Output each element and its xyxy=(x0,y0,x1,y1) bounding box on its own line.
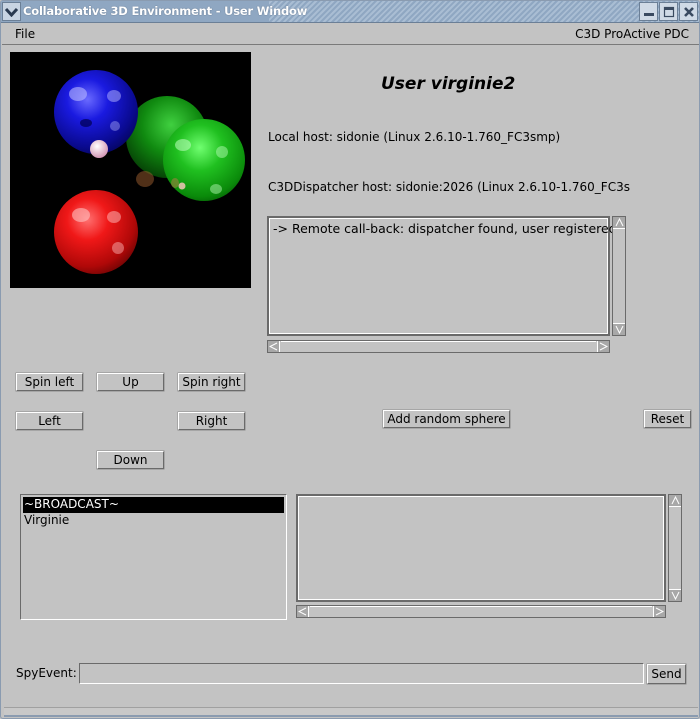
menu-file[interactable]: File xyxy=(15,27,35,41)
arrow-down-icon xyxy=(615,325,623,334)
log-vertical-scrollbar[interactable] xyxy=(612,216,626,336)
sphere-reflection xyxy=(136,171,154,187)
arrow-left-icon xyxy=(269,342,278,351)
arrow-right-icon xyxy=(599,342,608,351)
minimize-icon xyxy=(643,12,654,16)
scroll-left-button[interactable] xyxy=(297,606,309,617)
down-button[interactable]: Down xyxy=(97,451,164,469)
left-button[interactable]: Left xyxy=(16,412,83,430)
scroll-right-button[interactable] xyxy=(653,606,665,617)
spin-left-button[interactable]: Spin left xyxy=(16,373,83,391)
maximize-button[interactable] xyxy=(659,2,678,21)
close-button[interactable] xyxy=(679,2,698,21)
app-window: Collaborative 3D Environment - User Wind… xyxy=(0,0,700,719)
arrow-up-icon xyxy=(615,218,623,227)
scroll-thumb[interactable] xyxy=(281,341,596,352)
spy-event-label: SpyEvent: xyxy=(16,666,77,680)
user-list-item[interactable]: ~BROADCAST~ xyxy=(23,497,284,513)
scroll-down-button[interactable] xyxy=(613,323,625,335)
scroll-left-button[interactable] xyxy=(268,341,280,352)
spy-event-input[interactable] xyxy=(79,663,644,684)
title-bar[interactable]: Collaborative 3D Environment - User Wind… xyxy=(1,1,699,23)
right-button[interactable]: Right xyxy=(178,412,245,430)
log-horizontal-scrollbar[interactable] xyxy=(267,340,610,353)
arrow-up-icon xyxy=(671,496,679,505)
window-menu-button[interactable] xyxy=(2,2,21,21)
menu-bar: File C3D ProActive PDC xyxy=(2,23,699,45)
local-host-label: Local host: sidonie (Linux 2.6.10-1.760_… xyxy=(268,130,561,144)
reset-button[interactable]: Reset xyxy=(644,410,691,428)
maximize-icon xyxy=(663,6,674,17)
sphere-red xyxy=(54,190,138,274)
user-list[interactable]: ~BROADCAST~ Virginie xyxy=(20,494,287,620)
scene-canvas xyxy=(54,70,245,274)
window-bottom-border xyxy=(4,707,698,717)
up-button[interactable]: Up xyxy=(97,373,164,391)
sphere-small-pink xyxy=(90,140,108,158)
chevron-down-icon xyxy=(5,7,18,17)
add-random-sphere-button[interactable]: Add random sphere xyxy=(383,410,510,428)
scroll-up-button[interactable] xyxy=(669,495,681,507)
user-list-item[interactable]: Virginie xyxy=(23,513,69,529)
chat-horizontal-scrollbar[interactable] xyxy=(296,605,666,618)
arrow-left-icon xyxy=(298,607,307,616)
arrow-right-icon xyxy=(655,607,664,616)
brand-label: C3D ProActive PDC xyxy=(575,27,689,41)
3d-scene-view[interactable] xyxy=(10,52,251,288)
scroll-right-button[interactable] xyxy=(597,341,609,352)
log-textarea[interactable]: -> Remote call-back: dispatcher found, u… xyxy=(267,216,617,336)
spin-right-button[interactable]: Spin right xyxy=(178,373,245,391)
minimize-button[interactable] xyxy=(639,2,658,21)
close-icon xyxy=(683,6,694,17)
window-title: Collaborative 3D Environment - User Wind… xyxy=(23,4,308,18)
chat-textarea[interactable] xyxy=(296,494,666,602)
user-title: User virginie2 xyxy=(381,74,516,94)
scroll-thumb[interactable] xyxy=(310,606,652,617)
chat-vertical-scrollbar[interactable] xyxy=(668,494,682,602)
log-line: -> Remote call-back: dispatcher found, u… xyxy=(273,221,617,236)
scroll-down-button[interactable] xyxy=(669,589,681,601)
send-button[interactable]: Send xyxy=(647,664,686,684)
scroll-up-button[interactable] xyxy=(613,217,625,229)
sphere-green-front xyxy=(163,119,245,201)
arrow-down-icon xyxy=(671,591,679,600)
dispatcher-host-label: C3DDispatcher host: sidonie:2026 (Linux … xyxy=(268,180,630,194)
